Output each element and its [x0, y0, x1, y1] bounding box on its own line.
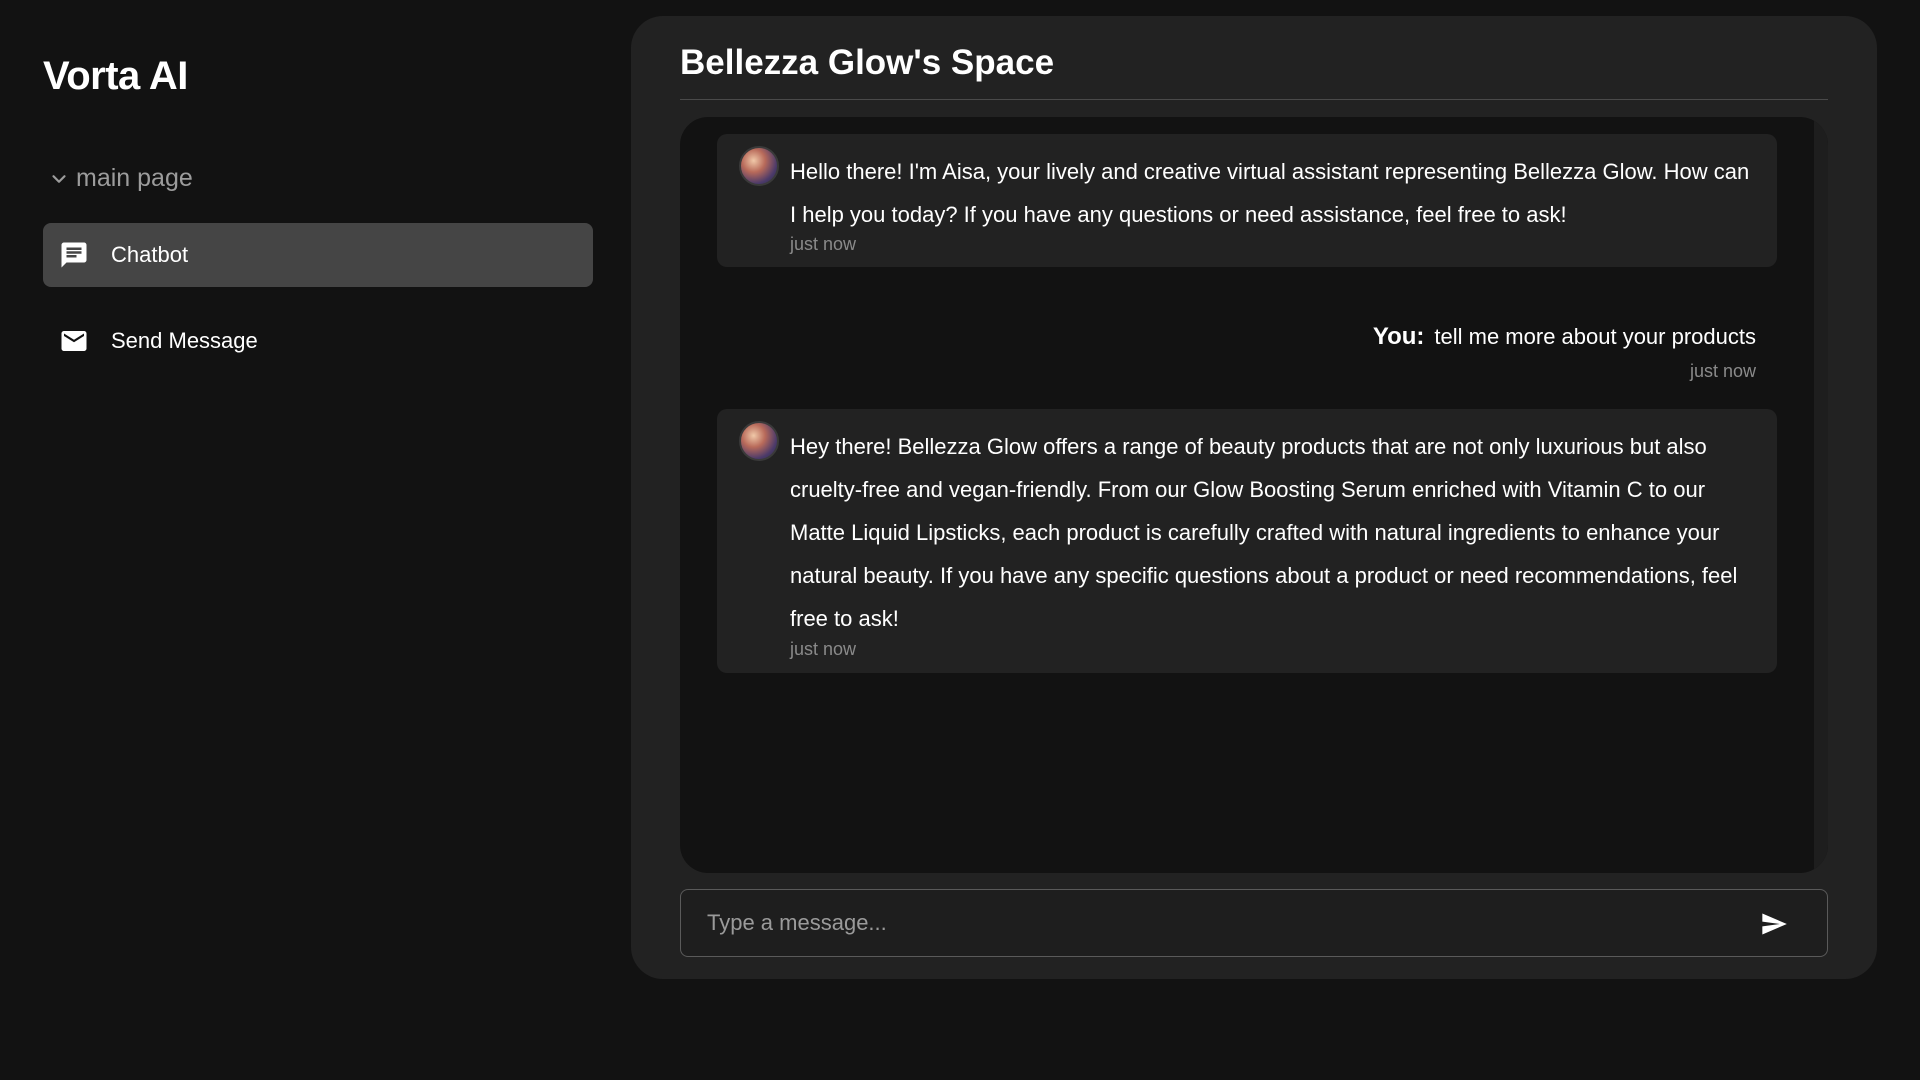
message-timestamp: just now — [790, 639, 857, 659]
user-label: You: — [1372, 323, 1425, 350]
page-title: Bellezza Glow's Space — [680, 43, 1055, 82]
sidebar-item-label: Send Message — [111, 328, 258, 353]
sidebar-item-label: Chatbot — [111, 242, 189, 267]
message-input-box — [680, 889, 1828, 957]
section-label: main page — [76, 164, 193, 192]
message-text: Hello there! I'm Aisa, your lively and c… — [790, 159, 1750, 227]
chat-icon — [61, 242, 87, 268]
sidebar-item-chatbot[interactable]: Chatbot — [43, 223, 593, 287]
scrollbar[interactable] — [1814, 117, 1828, 873]
bot-message: Hey there! Bellezza Glow offers a range … — [717, 409, 1777, 673]
sidebar-item-send-message[interactable]: Send Message — [43, 309, 593, 373]
chevron-down-icon — [52, 174, 66, 183]
mail-icon — [61, 331, 87, 351]
user-message: You: tell me more about your products — [1373, 323, 1756, 351]
chat-panel: Bellezza Glow's Space Hello there! I'm A… — [631, 16, 1877, 979]
bot-message: Hello there! I'm Aisa, your lively and c… — [717, 134, 1777, 267]
title-divider — [680, 99, 1828, 100]
app-title: Vorta AI — [43, 54, 188, 98]
bot-avatar — [739, 146, 779, 186]
message-timestamp: just now — [1689, 361, 1756, 381]
send-button[interactable] — [1759, 910, 1789, 938]
send-icon — [1762, 913, 1787, 935]
message-text: Hey there! Bellezza Glow offers a range … — [790, 434, 1738, 631]
sidebar: Vorta AI main page Chatbot Send Message — [0, 0, 630, 1080]
message-input[interactable] — [707, 890, 1707, 956]
bot-avatar — [739, 421, 779, 461]
message-timestamp: just now — [790, 234, 857, 254]
message-text: tell me more about your products — [1434, 324, 1756, 349]
section-toggle-main-page[interactable]: main page — [48, 164, 193, 193]
message-list[interactable]: Hello there! I'm Aisa, your lively and c… — [680, 117, 1828, 873]
